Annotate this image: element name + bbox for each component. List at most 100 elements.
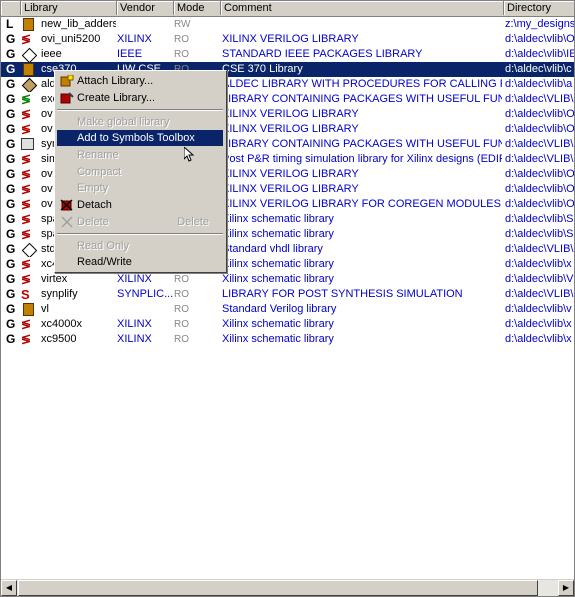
library-type-label: L (6, 17, 14, 31)
directory-cell: d:\aldec\vlib\a (505, 78, 573, 90)
add-to-symbols-toolbox-menu-item[interactable]: Add to Symbols Toolbox (57, 130, 223, 146)
compact-menu-item[interactable]: Compact (57, 164, 223, 180)
library-row[interactable]: G ≶ xc4000x XILINX RO Xilinx schematic librar… (1, 317, 574, 332)
library-type-label: G (6, 332, 16, 346)
comment-cell: STANDARD IEEE PACKAGES LIBRARY (222, 48, 423, 60)
vendor-cell: XILINX (117, 273, 152, 285)
directory-cell: d:\aldec\vlib\O (505, 33, 574, 45)
comment-cell: LIBRARY CONTAINING PACKAGES WITH USEFUL … (222, 138, 502, 150)
library-name: vl (41, 303, 49, 315)
library-type-label: G (6, 32, 16, 46)
library-row[interactable]: Gieee IEEE RO STANDARD IEEE PACKAGES LIBRAR… (1, 47, 574, 62)
create-library-menu-item[interactable]: Create Library... (57, 90, 223, 106)
read-only-menu-item[interactable]: Read Only (57, 238, 223, 254)
scrollbar-thumb[interactable] (18, 580, 538, 596)
horizontal-scrollbar[interactable]: ◀ ▶ (1, 579, 574, 596)
library-name: ovi_uni5200 (41, 33, 101, 45)
mode-cell: RO (174, 49, 189, 60)
library-name: xc4000x (41, 318, 82, 330)
library-column-header[interactable]: Library (21, 1, 117, 15)
directory-cell: d:\aldec\vlib\x (505, 258, 572, 270)
directory-column-header[interactable]: Directory (504, 1, 574, 15)
comment-cell: XILINX VERILOG LIBRARY (222, 168, 359, 180)
comment-cell: LIBRARY FOR POST SYNTHESIS SIMULATION (222, 288, 463, 300)
vendor-column-header[interactable]: Vendor (117, 1, 174, 15)
xilinx-icon: ≶ (21, 272, 32, 286)
directory-cell: d:\aldec\vlib\c (505, 63, 572, 75)
mouse-cursor-icon (184, 147, 195, 162)
comment-cell: XILINX VERILOG LIBRARY (222, 108, 359, 120)
library-type-label: G (6, 257, 16, 271)
xilinx-icon: ≶ (21, 182, 32, 196)
vendor-cell: IEEE (117, 48, 143, 60)
delete-x-icon (60, 216, 74, 228)
scroll-right-button[interactable]: ▶ (558, 580, 574, 596)
make-global-library-menu-item[interactable]: Make global library (57, 114, 223, 130)
directory-cell: d:\aldec\vlib\O (505, 108, 574, 120)
directory-cell: d:\aldec\vlib\IE (505, 48, 574, 60)
library-type-label: G (6, 302, 16, 316)
directory-cell: z:\my_designs\ (505, 18, 574, 30)
library-type-label: G (6, 272, 16, 286)
library-type-label: G (6, 77, 16, 91)
library-row[interactable]: Lnew_lib_adders RW z:\my_designs\ (1, 17, 574, 32)
column-header-bar: Library Vendor Mode Comment Directory (1, 1, 574, 17)
xilinx-icon: ≶ (21, 197, 32, 211)
menu-separator (57, 233, 223, 235)
mode-column-header[interactable]: Mode (174, 1, 221, 15)
library-type-label: G (6, 122, 16, 136)
library-row[interactable]: G Ssynplify SYNPLIC... RO LIBRARY FOR POST S… (1, 287, 574, 302)
comment-cell: ALDEC LIBRARY WITH PROCEDURES FOR CALLIN… (222, 78, 502, 90)
directory-cell: d:\aldec\VLIB\ (505, 288, 574, 300)
detach-menu-item[interactable]: Detach (57, 197, 223, 213)
vendor-cell: XILINX (117, 333, 152, 345)
mode-cell: RO (174, 34, 189, 45)
delete-menu-item[interactable]: Delete Delete (57, 214, 223, 230)
read-write-menu-item[interactable]: Read/Write (57, 254, 223, 270)
xilinx-icon: ≶ (21, 122, 32, 136)
comment-cell: XILINX VERILOG LIBRARY FOR COREGEN MODUL… (222, 198, 502, 210)
mode-cell: RO (174, 289, 189, 300)
directory-cell: d:\aldec\VLIB\ (505, 93, 574, 105)
comment-cell: LIBRARY CONTAINING PACKAGES WITH USEFUL … (222, 93, 502, 105)
scroll-left-button[interactable]: ◀ (1, 580, 17, 596)
empty-menu-item[interactable]: Empty (57, 180, 223, 196)
vendor-cell: XILINX (117, 318, 152, 330)
comment-column-header[interactable]: Comment (221, 1, 504, 15)
create-library-label: Create Library... (77, 92, 156, 104)
attach-library-icon (60, 74, 74, 87)
directory-cell: d:\aldec\vlib\S (505, 213, 574, 225)
library-name: synplify (41, 288, 78, 300)
directory-cell: d:\aldec\vlib\O (505, 183, 574, 195)
attach-library-menu-item[interactable]: Attach Library... (57, 73, 223, 89)
delete-shortcut-label: Delete (177, 216, 209, 228)
directory-cell: d:\aldec\vlib\O (505, 168, 574, 180)
library-type-label: G (6, 287, 16, 301)
synplify-icon: S (21, 287, 30, 302)
comment-cell: Xilinx schematic library (222, 273, 334, 285)
library-type-label: G (6, 152, 16, 166)
comment-cell: Xilinx schematic library (222, 258, 334, 270)
comment-cell: XILINX VERILOG LIBRARY (222, 183, 359, 195)
library-row[interactable]: G ≶ xc9500 XILINX RO Xilinx schematic library… (1, 332, 574, 347)
exemplar-icon: ≶ (21, 92, 32, 106)
comment-cell: Xilinx schematic library (222, 318, 334, 330)
library-type-label: G (6, 47, 16, 61)
ieee-diamond-icon (21, 47, 37, 62)
library-row[interactable]: G ≶ ovi_uni5200 XILINX RO XILINX VERILOG LIBR… (1, 32, 574, 47)
synopsys-icon (21, 137, 37, 152)
directory-cell: d:\aldec\vlib\O (505, 198, 574, 210)
xilinx-icon: ≶ (21, 32, 32, 46)
library-type-label: G (6, 137, 16, 151)
directory-cell: d:\aldec\VLIB\ (505, 138, 574, 150)
type-column-header[interactable] (1, 1, 21, 15)
directory-cell: d:\aldec\vlib\v (505, 303, 572, 315)
comment-cell: Xilinx schematic library (222, 333, 334, 345)
comment-cell: Standard Verilog library (222, 303, 337, 315)
library-row[interactable]: G ≶ virtex XILINX RO Xilinx schematic library… (1, 272, 574, 287)
directory-cell: d:\aldec\vlib\V (505, 273, 574, 285)
create-library-icon (60, 92, 74, 104)
delete-label: Delete (77, 216, 109, 228)
library-row[interactable]: Gvl RO Standard Verilog library d:\aldec\vl… (1, 302, 574, 317)
rename-menu-item[interactable]: Rename (57, 147, 223, 163)
